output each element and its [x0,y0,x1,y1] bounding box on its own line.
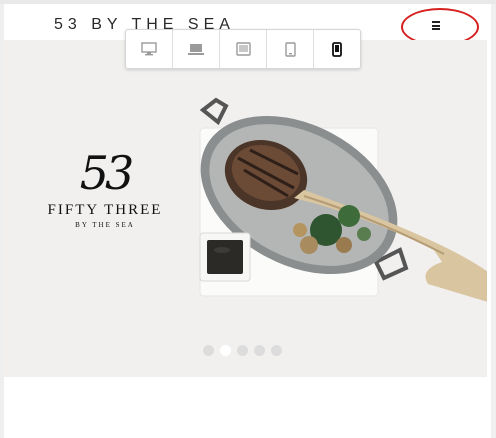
tablet-portrait-icon [284,41,296,57]
slider-dot-active[interactable] [220,345,231,356]
tablet-landscape-icon [235,42,251,56]
logo-name: FIFTY THREE [47,202,163,218]
slider-dot[interactable] [271,345,282,356]
slider-dot[interactable] [203,345,214,356]
restaurant-logo: 53 FIFTY THREE BY THE SEA [40,150,170,229]
mobile-icon [332,41,342,57]
frame-right-edge [491,4,496,438]
desktop-icon [141,42,157,56]
content-area [4,377,491,438]
device-tablet-portrait-button[interactable] [267,30,314,68]
device-laptop-button[interactable] [173,30,220,68]
slider-dot[interactable] [254,345,265,356]
hero-slider: 53 FIFTY THREE BY THE SEA [4,40,487,377]
slider-dot[interactable] [237,345,248,356]
hamburger-icon[interactable] [432,21,440,30]
laptop-icon [188,43,204,55]
logo-number: 53 [79,146,135,200]
logo-subtitle: BY THE SEA [75,221,135,229]
device-mobile-button[interactable] [314,30,360,68]
slider-dots [203,345,282,356]
device-desktop-button[interactable] [126,30,173,68]
device-preview-toolbar [125,29,361,69]
device-tablet-landscape-button[interactable] [220,30,267,68]
